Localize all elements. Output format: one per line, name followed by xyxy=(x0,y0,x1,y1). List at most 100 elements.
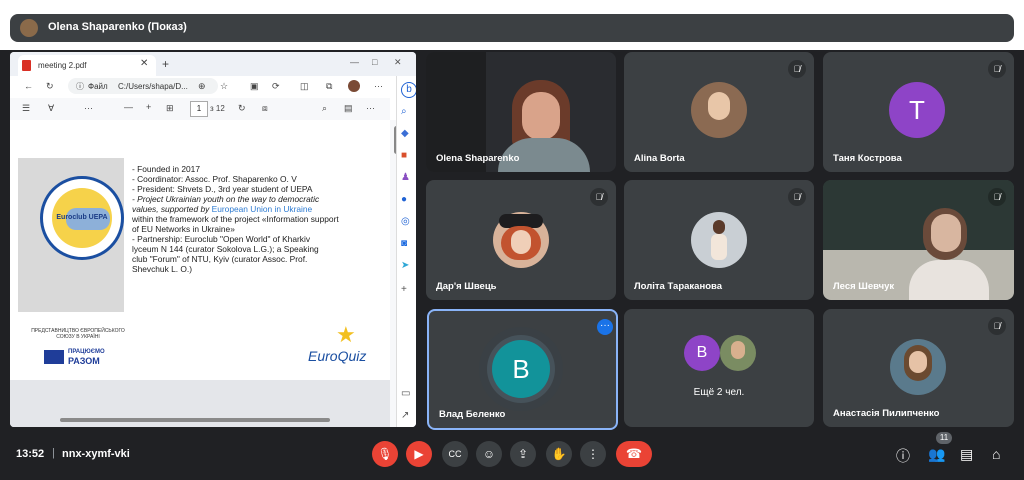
more-tools-icon[interactable]: ··· xyxy=(84,103,93,113)
activities-icon[interactable]: ⌂ xyxy=(992,446,1000,462)
close-window-icon[interactable]: ✕ xyxy=(394,57,402,68)
participant-name: Анастасія Пилипченко xyxy=(833,408,940,419)
page-number-input[interactable]: 1 xyxy=(190,101,208,117)
slide-line: values, supported by xyxy=(132,204,210,214)
search-icon[interactable]: ⌕ xyxy=(322,103,327,114)
reload-icon[interactable]: ↻ xyxy=(46,81,54,92)
open-external-icon[interactable]: ↗ xyxy=(401,410,409,421)
profile-avatar[interactable] xyxy=(348,80,360,92)
participant-tile-tanya[interactable]: 🎙̸ T Таня Кострова xyxy=(823,52,1014,172)
page-view-icon[interactable]: ⧈ xyxy=(262,103,268,114)
emoji-button[interactable]: ☺ xyxy=(476,441,502,467)
present-button[interactable]: ⇪ xyxy=(510,441,536,467)
address-bar[interactable]: ⓘ Файл C:/Users/shapa/D... xyxy=(68,78,218,94)
rotate-icon[interactable]: ↻ xyxy=(238,103,246,114)
tag-icon[interactable]: ◆ xyxy=(401,128,409,139)
zoom-icon[interactable]: ⊕ xyxy=(198,81,206,92)
collections-icon[interactable]: ⧉ xyxy=(326,81,332,92)
save-icon[interactable]: ▤ xyxy=(344,103,353,114)
more-options-button[interactable]: ⋮ xyxy=(580,441,606,467)
zoom-out-icon[interactable]: — xyxy=(124,102,133,112)
slide-line: lyceum N 144 (curator Sokolova L.G.); a … xyxy=(132,244,319,254)
contents-icon[interactable]: ☰ xyxy=(22,103,30,114)
razom-logo: ПРАЦЮЄМО РАЗОМ xyxy=(68,348,105,366)
shared-screen: meeting 2.pdf ✕ + — □ ✕ ← ↻ ⓘ Файл C:/Us… xyxy=(10,52,416,427)
participant-tile-lolita[interactable]: 🎙̸ Лоліта Тараканова xyxy=(624,180,814,300)
new-tab-icon[interactable]: + xyxy=(162,57,169,71)
slide-line: Shevchuk L. O.) xyxy=(132,264,193,274)
refresh-icon[interactable]: ⟳ xyxy=(272,81,280,92)
eu-representation-text: ПРЕДСТАВНИЦТВО ЄВРОПЕЙСЬКОГО СОЮЗУ В УКР… xyxy=(31,328,125,340)
participant-name: Olena Shaparenko xyxy=(436,153,520,164)
participant-tile-lesya[interactable]: 🎙̸ Леся Шевчук xyxy=(823,180,1014,300)
people-icon[interactable]: ♟ xyxy=(401,172,410,183)
slide-line: - President: Shvets D., 3rd year student… xyxy=(132,184,313,194)
participant-photo xyxy=(890,339,946,395)
pdf-viewer[interactable]: Euroclub UEPA - Founded in 2017 - Coordi… xyxy=(10,120,390,427)
horizontal-scrollbar[interactable] xyxy=(60,418,330,422)
mic-off-button[interactable]: 🎙 xyxy=(372,441,398,467)
maximize-icon[interactable]: □ xyxy=(372,57,377,67)
more-options-icon[interactable]: ··· xyxy=(597,319,613,335)
mic-muted-icon: 🎙̸ xyxy=(988,188,1006,206)
participant-tile-anastasiia[interactable]: 🎙̸ Анастасія Пилипченко xyxy=(823,309,1014,427)
participant-tile-darya[interactable]: 🎙̸ Дар'я Швець xyxy=(426,180,616,300)
participant-name: Alina Borta xyxy=(634,153,685,164)
favorite-icon[interactable]: ☆ xyxy=(220,81,228,92)
leave-call-button[interactable]: ☎ xyxy=(616,441,652,467)
presenter-label: Olena Shaparenko (Показ) xyxy=(48,21,187,33)
participant-tile-more[interactable]: B Ещё 2 чел. xyxy=(624,309,814,427)
meeting-info-icon[interactable]: ⓘ xyxy=(896,446,910,466)
more-icon[interactable]: ··· xyxy=(374,81,383,91)
extensions-icon[interactable]: ▣ xyxy=(250,81,259,92)
photo-face xyxy=(511,230,531,254)
star-icon: ★ xyxy=(336,322,356,347)
office-icon[interactable]: ◎ xyxy=(401,216,410,227)
slide-text: - Founded in 2017 - Coordinator: Assoc. … xyxy=(132,164,388,274)
participant-photo xyxy=(691,212,747,268)
slide-line-with-link: values, supported by European Union in U… xyxy=(132,204,388,214)
euroclub-logo: Euroclub UEPA xyxy=(40,176,124,260)
bing-icon[interactable]: b xyxy=(401,82,416,98)
edge-sidebar: b ⌕ ◆ ■ ♟ ● ◎ ◙ ➤ + ▭ ↗ ⚙ xyxy=(396,76,416,427)
highlight-icon[interactable]: ∀ xyxy=(48,103,54,114)
raise-hand-button[interactable]: ✋ xyxy=(546,441,572,467)
participant-face xyxy=(931,214,961,252)
letter-avatar: B xyxy=(492,340,550,398)
back-icon[interactable]: ← xyxy=(24,81,33,91)
games-icon[interactable]: ● xyxy=(401,194,407,205)
participant-tile-alina[interactable]: 🎙̸ Alina Borta xyxy=(624,52,814,172)
add-sidebar-icon[interactable]: + xyxy=(401,284,407,295)
mic-muted-icon: 🎙̸ xyxy=(788,188,806,206)
meeting-time: 13:52 xyxy=(16,448,45,460)
fit-page-icon[interactable]: ⊞ xyxy=(166,103,174,114)
euroquiz-logo: EuroQuiz xyxy=(308,348,367,364)
participant-tile-vlad[interactable]: ··· B Влад Беленко xyxy=(427,309,618,430)
chalkboard xyxy=(823,180,1014,250)
participant-name: Таня Кострова xyxy=(833,153,902,164)
pdf-more-icon[interactable]: ··· xyxy=(366,103,375,113)
participant-photo xyxy=(493,212,549,268)
sidebar-layout-icon[interactable]: ▭ xyxy=(401,388,410,399)
outlook-icon[interactable]: ◙ xyxy=(401,238,407,249)
send-icon[interactable]: ➤ xyxy=(401,260,409,271)
camera-off-button[interactable]: ▶ xyxy=(406,441,432,467)
photo-face xyxy=(909,351,927,373)
minimize-icon[interactable]: — xyxy=(350,57,359,67)
split-screen-icon[interactable]: ◫ xyxy=(300,81,309,92)
sidebar-search-icon[interactable]: ⌕ xyxy=(401,106,407,117)
participant-tile-olena[interactable]: Olena Shaparenko xyxy=(426,52,616,172)
zoom-in-icon[interactable]: + xyxy=(146,102,151,112)
letter-avatar: B xyxy=(684,335,720,371)
slide-line: - Partnership: Euroclub "Open World" of … xyxy=(132,234,311,244)
chat-icon[interactable]: ▤ xyxy=(960,446,973,463)
pdf-page: Euroclub UEPA - Founded in 2017 - Coordi… xyxy=(10,120,390,380)
people-icon[interactable]: 👥 xyxy=(928,446,945,463)
page-total: з 12 xyxy=(210,104,225,113)
close-tab-icon[interactable]: ✕ xyxy=(140,58,148,69)
slide-line: of EU Networks in Ukraine» xyxy=(132,224,235,234)
slide-line: - Coordinator: Assoc. Prof. Shaparenko O… xyxy=(132,174,297,184)
shopping-icon[interactable]: ■ xyxy=(401,150,407,161)
captions-button[interactable]: CC xyxy=(442,441,468,467)
people-count-badge: 11 xyxy=(936,432,952,444)
